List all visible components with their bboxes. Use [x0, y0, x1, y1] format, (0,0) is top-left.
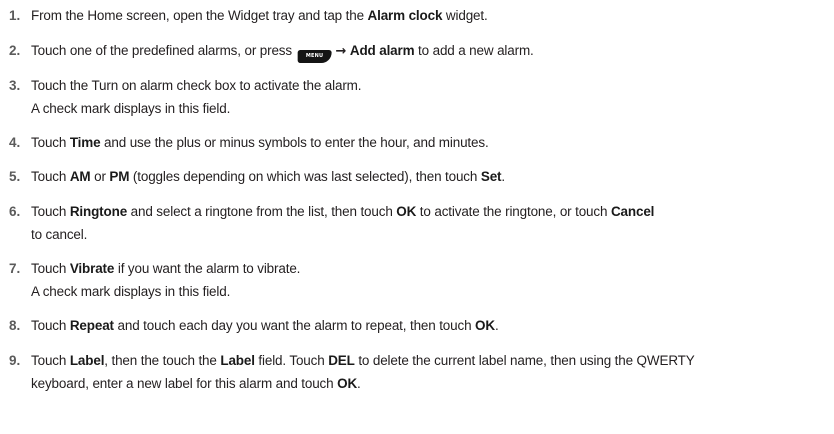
step-text: Touch Vibrate if you want the alarm to v…: [31, 258, 830, 302]
step-number: 4.: [9, 135, 21, 150]
ok-term: OK: [337, 376, 358, 391]
am-term: AM: [69, 169, 91, 184]
step-text: From the Home screen, open the Widget tr…: [31, 8, 488, 23]
repeat-term: Repeat: [69, 318, 114, 333]
step-note: A check mark displays in this field.: [31, 101, 231, 116]
step-text: Touch one of the predefined alarms, or p…: [31, 40, 830, 63]
step-number: 1.: [9, 8, 21, 23]
menu-key-icon: MENU: [297, 50, 332, 63]
step-text: Touch Repeat and touch each day you want…: [31, 318, 499, 333]
step-text: Touch Ringtone and select a ringtone fro…: [31, 204, 655, 242]
label-term: Label: [69, 353, 105, 368]
step-number: 8.: [9, 318, 21, 333]
step-number: 9.: [9, 353, 21, 368]
step-note: A check mark displays in this field.: [31, 284, 231, 299]
label-field-term: Label: [220, 353, 255, 368]
time-term: Time: [69, 135, 101, 150]
step-text: Touch AM or PM (toggles depending on whi…: [31, 169, 506, 184]
step-number: 2.: [9, 43, 21, 58]
ringtone-term: Ringtone: [69, 204, 128, 219]
step-number: 7.: [9, 261, 21, 276]
alarm-clock-term: Alarm clock: [367, 8, 443, 23]
ok-term: OK: [396, 204, 417, 219]
arrow-right-icon: →: [335, 44, 347, 59]
step-number: 6.: [9, 204, 21, 219]
step-number: 5.: [9, 169, 21, 184]
step-text: Touch the Turn on alarm check box to act…: [31, 75, 830, 119]
add-alarm-term: Add alarm: [349, 43, 415, 58]
step-number: 3.: [9, 78, 21, 93]
ok-term: OK: [475, 318, 495, 333]
vibrate-term: Vibrate: [69, 261, 115, 276]
pm-term: PM: [109, 169, 130, 184]
step-text: Touch Time and use the plus or minus sym…: [31, 135, 489, 150]
set-term: Set: [480, 169, 502, 184]
del-term: DEL: [328, 353, 355, 368]
step-text: Touch Label, then the touch the Label fi…: [31, 353, 695, 391]
cancel-term: Cancel: [610, 204, 655, 219]
